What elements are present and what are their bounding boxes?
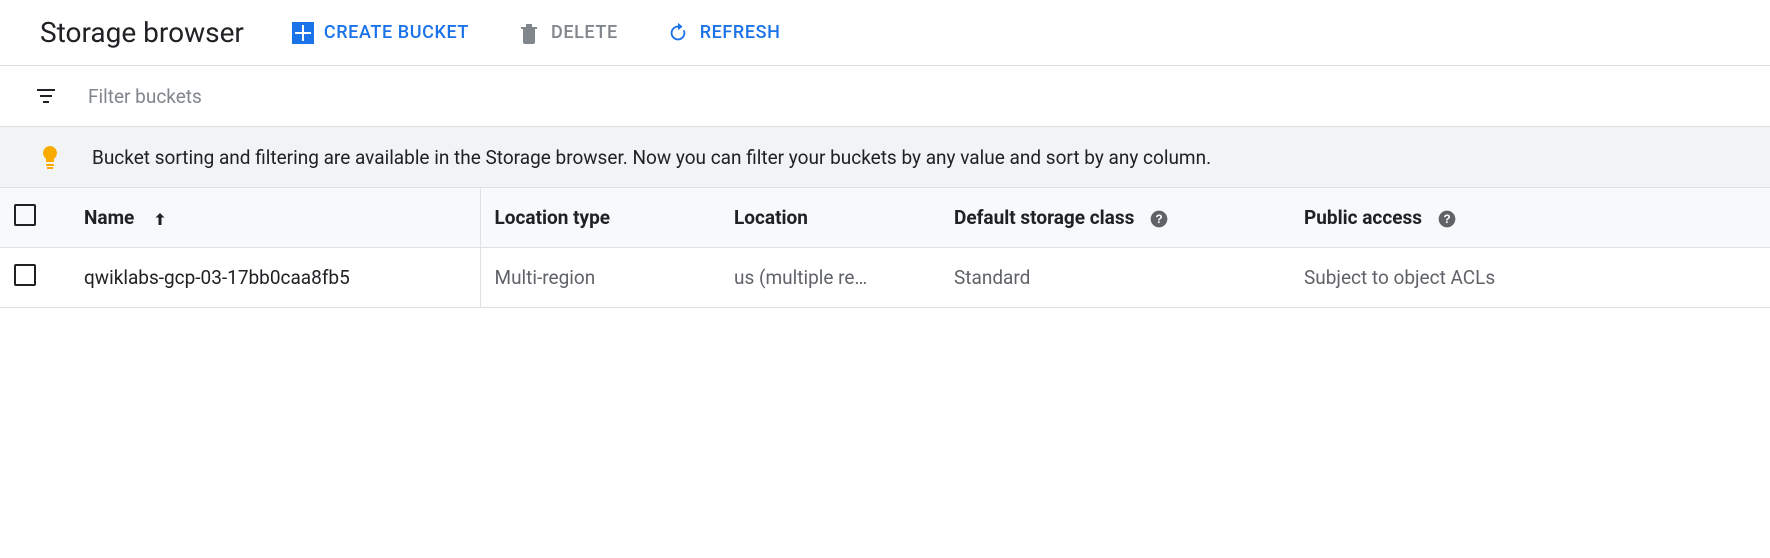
create-bucket-button[interactable]: CREATE BUCKET bbox=[292, 22, 469, 44]
svg-text:?: ? bbox=[1443, 213, 1450, 226]
tip-banner: Bucket sorting and filtering are availab… bbox=[0, 127, 1770, 188]
delete-label: DELETE bbox=[551, 22, 618, 43]
select-all-checkbox[interactable] bbox=[14, 204, 36, 226]
bucket-name-cell[interactable]: qwiklabs-gcp-03-17bb0caa8fb5 bbox=[70, 248, 480, 308]
column-label: Name bbox=[84, 206, 134, 229]
buckets-table: Name Location type Location Default stor… bbox=[0, 188, 1770, 308]
trash-icon bbox=[517, 21, 541, 45]
svg-text:?: ? bbox=[1156, 213, 1163, 226]
sort-asc-icon bbox=[151, 210, 169, 228]
filter-bar bbox=[0, 66, 1770, 127]
column-label: Location bbox=[734, 206, 808, 229]
help-icon[interactable]: ? bbox=[1149, 209, 1169, 229]
page-title: Storage browser bbox=[40, 16, 244, 49]
delete-button[interactable]: DELETE bbox=[517, 21, 618, 45]
filter-icon[interactable] bbox=[34, 84, 58, 108]
column-header-storage-class[interactable]: Default storage class ? bbox=[940, 188, 1290, 248]
row-checkbox[interactable] bbox=[14, 264, 36, 286]
table-row[interactable]: qwiklabs-gcp-03-17bb0caa8fb5 Multi-regio… bbox=[0, 248, 1770, 308]
help-icon[interactable]: ? bbox=[1437, 209, 1457, 229]
column-label: Default storage class bbox=[954, 206, 1134, 229]
table-header-row: Name Location type Location Default stor… bbox=[0, 188, 1770, 248]
column-header-location-type[interactable]: Location type bbox=[480, 188, 720, 248]
refresh-icon bbox=[666, 21, 690, 45]
column-header-public-access[interactable]: Public access ? bbox=[1290, 188, 1770, 248]
lightbulb-icon bbox=[38, 145, 62, 169]
public-access-cell: Subject to object ACLs bbox=[1290, 248, 1770, 308]
column-label: Public access bbox=[1304, 206, 1422, 229]
create-bucket-label: CREATE BUCKET bbox=[324, 22, 469, 43]
location-cell: us (multiple re… bbox=[720, 248, 940, 308]
tip-text: Bucket sorting and filtering are availab… bbox=[92, 146, 1211, 169]
location-type-cell: Multi-region bbox=[480, 248, 720, 308]
filter-input[interactable] bbox=[88, 85, 488, 108]
refresh-label: REFRESH bbox=[700, 22, 781, 43]
column-label: Location type bbox=[495, 206, 611, 229]
column-header-name[interactable]: Name bbox=[70, 188, 480, 248]
storage-class-cell: Standard bbox=[940, 248, 1290, 308]
column-header-location[interactable]: Location bbox=[720, 188, 940, 248]
refresh-button[interactable]: REFRESH bbox=[666, 21, 781, 45]
toolbar: CREATE BUCKET DELETE REFRESH bbox=[292, 21, 781, 45]
plus-icon bbox=[292, 22, 314, 44]
